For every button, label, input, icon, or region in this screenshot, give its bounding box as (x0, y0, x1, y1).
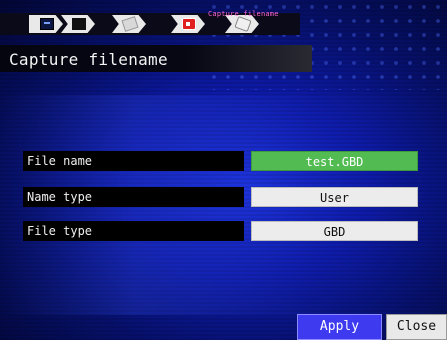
file-name-field[interactable]: test.GBD (251, 151, 418, 171)
file-type-label: File type (23, 221, 244, 241)
name-type-select[interactable]: User (251, 187, 418, 207)
monitor-icon (40, 18, 54, 30)
apply-button[interactable]: Apply (297, 314, 382, 340)
record-icon (182, 18, 196, 30)
tag-icon (234, 15, 252, 33)
screen: Capture filename Capture filename File n… (0, 0, 447, 340)
name-type-label: Name type (23, 187, 244, 207)
file-type-select[interactable]: GBD (251, 221, 418, 241)
display-icon (72, 18, 86, 30)
file-name-label: File name (23, 151, 244, 171)
breadcrumb-caption: Capture filename (208, 10, 279, 18)
page-title: Capture filename (9, 50, 168, 69)
paper-icon (121, 16, 139, 32)
close-button[interactable]: Close (386, 314, 447, 340)
